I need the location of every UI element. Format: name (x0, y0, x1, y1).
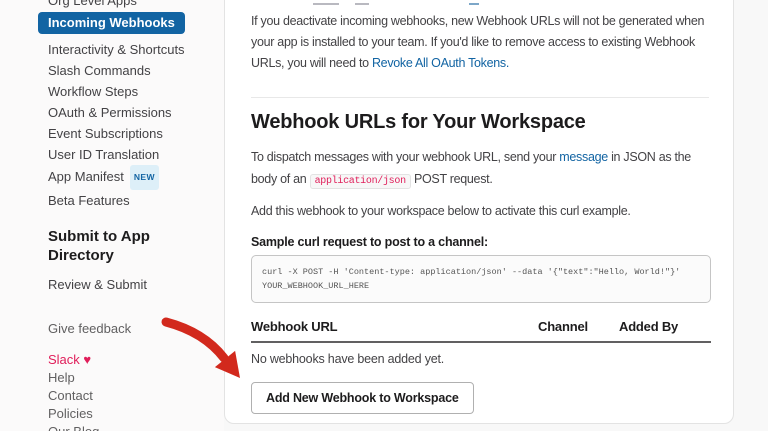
active-nav-pill: Incoming Webhooks (38, 12, 185, 34)
sidebar-item-incoming-webhooks[interactable]: Incoming Webhooks (38, 12, 224, 34)
sidebar-item-beta-features[interactable]: Beta Features (48, 190, 224, 211)
revoke-oauth-tokens-link[interactable]: Revoke All OAuth Tokens. (372, 56, 509, 70)
sidebar-item-oauth-permissions[interactable]: OAuth & Permissions (48, 102, 224, 123)
activate-curl-note: Add this webhook to your workspace below… (251, 204, 631, 218)
add-webhook-button[interactable]: Add New Webhook to Workspace (251, 382, 474, 414)
table-header-divider (251, 341, 711, 343)
sidebar-item-user-id-translation[interactable]: User ID Translation (48, 144, 224, 165)
column-header-added-by: Added By (619, 319, 679, 334)
sidebar-item-review-submit[interactable]: Review & Submit (48, 274, 224, 295)
sidebar-item-interactivity-shortcuts[interactable]: Interactivity & Shortcuts (48, 39, 224, 60)
new-badge: NEW (129, 165, 159, 190)
section-divider (251, 97, 709, 98)
clipped-text-sliver (251, 3, 709, 5)
sidebar-item-label: App Manifest (48, 169, 124, 184)
webhook-urls-heading: Webhook URLs for Your Workspace (251, 111, 586, 133)
sidebar-item-app-manifest[interactable]: App Manifest NEW (48, 165, 224, 190)
red-arrow-annotation (161, 317, 240, 378)
deactivate-note: If you deactivate incoming webhooks, new… (251, 11, 709, 74)
sidebar-item-event-subscriptions[interactable]: Event Subscriptions (48, 123, 224, 144)
column-header-channel: Channel (538, 319, 588, 334)
column-header-webhook-url: Webhook URL (251, 319, 338, 334)
application-json-code: application/json (309, 174, 411, 189)
dispatch-text-before: To dispatch messages with your webhook U… (251, 150, 560, 164)
empty-webhooks-message: No webhooks have been added yet. (251, 352, 445, 366)
footer-link-our-blog[interactable]: Our Blog (48, 423, 224, 431)
webhooks-table-header: Webhook URL Channel Added By (251, 319, 711, 334)
sample-curl-label: Sample curl request to post to a channel… (251, 235, 488, 249)
dispatch-paragraph: To dispatch messages with your webhook U… (251, 146, 709, 193)
sidebar-item-slash-commands[interactable]: Slash Commands (48, 60, 224, 81)
sidebar-nav-list: Interactivity & Shortcuts Slash Commands… (48, 39, 224, 211)
sidebar-item-workflow-steps[interactable]: Workflow Steps (48, 81, 224, 102)
page: Org Level Apps Incoming Webhooks Interac… (0, 0, 768, 431)
message-link[interactable]: message (559, 150, 608, 164)
sidebar-item-org-level-apps[interactable]: Org Level Apps (48, 0, 224, 8)
footer-link-policies[interactable]: Policies (48, 405, 224, 423)
settings-card: If you deactivate incoming webhooks, new… (224, 0, 734, 424)
red-arrow-shaft (161, 317, 229, 363)
sidebar-section-heading: Submit to App Directory (48, 228, 150, 264)
curl-sample-code-block: curl -X POST -H 'Content-type: applicati… (251, 255, 711, 303)
dispatch-text-after: POST request. (410, 172, 493, 186)
